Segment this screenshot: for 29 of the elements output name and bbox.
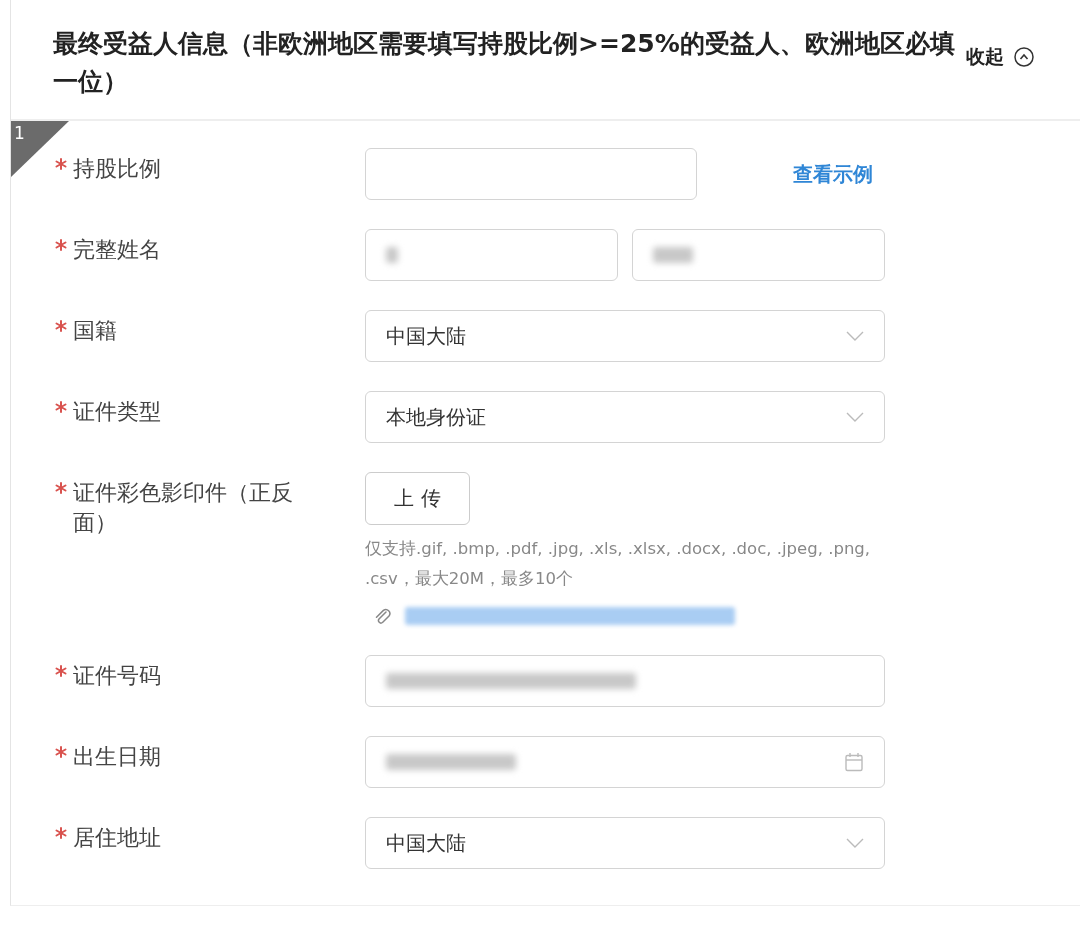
section-title: 最终受益人信息（非欧洲地区需要填写持股比例>=25%的受益人、欧洲地区必填一位） xyxy=(53,27,956,98)
field-label: 证件号码 xyxy=(73,662,161,690)
calendar-icon xyxy=(844,752,864,772)
upload-button[interactable]: 上 传 xyxy=(365,472,470,525)
select-field[interactable]: 本地身份证 xyxy=(365,391,885,443)
input-field[interactable] xyxy=(365,655,885,707)
select-field[interactable]: 中国大陆 xyxy=(365,817,885,869)
field-label: 居住地址 xyxy=(73,824,161,852)
input-field[interactable] xyxy=(365,229,618,281)
field-label: 完整姓名 xyxy=(73,236,161,264)
field-label: 国籍 xyxy=(73,317,117,345)
field-label: 证件彩色影印件（正反面） xyxy=(73,479,294,537)
collapse-button[interactable]: 收起 xyxy=(966,43,1034,70)
field-label: 证件类型 xyxy=(73,398,161,426)
input-field[interactable] xyxy=(365,148,697,200)
chevron-down-icon xyxy=(846,331,864,341)
input-field[interactable] xyxy=(632,229,885,281)
blurred-file-link[interactable] xyxy=(405,607,735,625)
field-label: 出生日期 xyxy=(73,743,161,771)
corner-badge xyxy=(11,121,69,177)
example-link[interactable]: 查看示例 xyxy=(793,160,873,188)
chevron-down-icon xyxy=(846,412,864,422)
upload-hint: 仅支持.gif, .bmp, .pdf, .jpg, .xls, .xlsx, .docx, .doc, .jpeg, .png, .csv，最大20M，最多10个 xyxy=(365,538,872,590)
field-label: 持股比例 xyxy=(73,155,161,183)
paperclip-icon xyxy=(373,606,391,626)
badge-number: 1 xyxy=(14,123,25,143)
select-field[interactable]: 中国大陆 xyxy=(365,310,885,362)
date-field[interactable] xyxy=(365,736,885,788)
chevron-down-icon xyxy=(846,838,864,848)
